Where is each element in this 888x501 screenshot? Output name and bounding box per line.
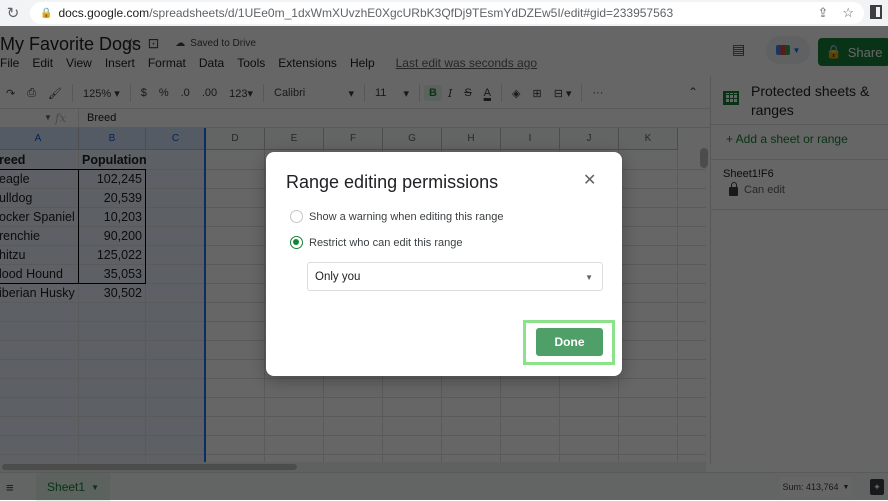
reload-icon[interactable]: ↻ — [0, 4, 26, 22]
address-bar[interactable]: 🔒 docs.google.com/spreadsheets/d/1UEe0m_… — [30, 2, 864, 24]
url-path: /spreadsheets/d/1UEe0m_1dxWmXUvzhE0XgcUR… — [149, 6, 674, 20]
lock-icon: 🔒 — [40, 7, 53, 19]
share-page-icon[interactable]: ⇪ — [817, 5, 828, 21]
radio-restrict[interactable] — [290, 236, 303, 249]
side-panel-icon[interactable] — [870, 5, 882, 19]
bookmark-star-icon[interactable]: ☆ — [842, 5, 854, 21]
option-restrict[interactable]: Restrict who can edit this range — [290, 236, 462, 249]
dialog-title: Range editing permissions — [286, 172, 499, 192]
option-label: Show a warning when editing this range — [309, 210, 504, 223]
range-editing-permissions-dialog: Range editing permissions ✕ Show a warni… — [266, 152, 622, 376]
option-label: Restrict who can edit this range — [309, 236, 463, 249]
option-show-warning[interactable]: Show a warning when editing this range — [290, 210, 503, 223]
browser-toolbar: ↻ 🔒 docs.google.com/spreadsheets/d/1UEe0… — [0, 0, 888, 26]
url-domain: docs.google.com — [58, 6, 150, 20]
close-icon[interactable]: ✕ — [583, 173, 596, 189]
caret-down-icon: ▼ — [585, 273, 593, 282]
radio-show-warning[interactable] — [290, 210, 303, 223]
editors-select[interactable]: Only you ▼ — [307, 262, 603, 291]
done-button[interactable]: Done — [536, 328, 603, 356]
select-value: Only you — [315, 270, 361, 283]
